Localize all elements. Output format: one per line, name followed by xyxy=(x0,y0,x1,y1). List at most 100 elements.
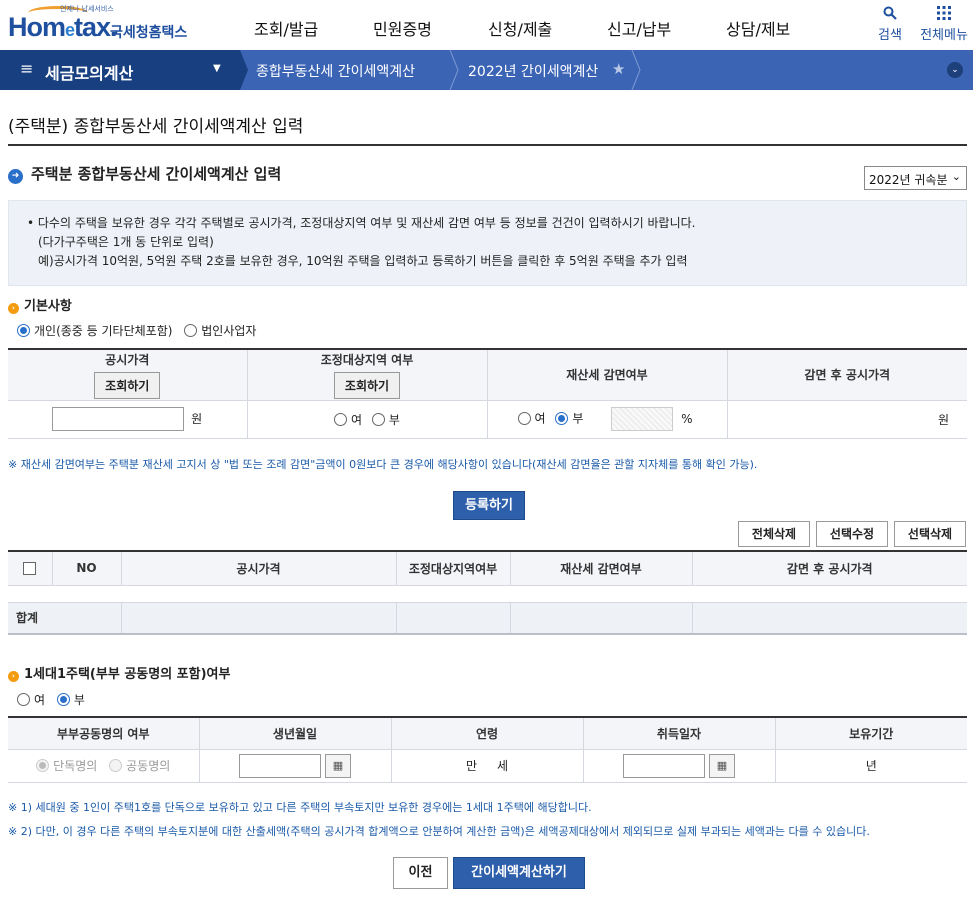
col-age: 연령 xyxy=(390,716,584,750)
price-input[interactable] xyxy=(52,407,185,431)
select-all-cell xyxy=(8,550,53,586)
gnb-report-pay[interactable]: 신고/납부 xyxy=(607,16,671,40)
acquire-date-input[interactable] xyxy=(623,753,706,778)
one-house-no-radio[interactable] xyxy=(56,693,70,706)
one-house-heading: › 1세대1주택(부부 공동명의 포함)여부 xyxy=(8,663,230,682)
select-all-checkbox[interactable] xyxy=(23,562,37,576)
joint-label: 공동명의 xyxy=(126,759,171,773)
region-yes-radio[interactable] xyxy=(334,412,348,426)
logo-korean: 국세청홈택스 xyxy=(110,25,188,41)
total-price xyxy=(120,601,397,635)
col-list-region: 조정대상지역여부 xyxy=(395,550,511,586)
prev-button[interactable]: 이전 xyxy=(393,857,448,889)
region-lookup-button[interactable]: 조회하기 xyxy=(333,371,401,399)
footnote-1: ※ 1) 세대원 중 1인이 주택1호를 단독으로 보유하고 있고 다른 주택의… xyxy=(8,801,592,814)
total-region xyxy=(395,601,511,635)
calculate-button[interactable]: 간이세액계산하기 xyxy=(453,857,585,889)
reduce-no-radio[interactable] xyxy=(555,411,569,425)
grid-menu-icon xyxy=(918,6,970,24)
single-label: 단독명의 xyxy=(53,759,98,773)
birth-cell: ▦ xyxy=(198,748,392,783)
no-label: 부 xyxy=(572,411,584,426)
region-no-radio[interactable] xyxy=(371,412,385,426)
percent-unit: % xyxy=(681,411,693,426)
all-menu-button[interactable]: 전체메뉴 xyxy=(918,6,970,43)
total-label: 합계 xyxy=(8,601,122,635)
birth-date-input[interactable] xyxy=(239,753,322,778)
info-line: • 다수의 주택을 보유한 경우 각각 주택별로 공시가격, 조정대상지역 여부… xyxy=(27,216,696,230)
nyeon-label: 년 xyxy=(865,759,877,773)
price-lookup-button[interactable]: 조회하기 xyxy=(94,371,161,399)
search-button[interactable]: 검색 xyxy=(876,6,904,43)
calendar-icon[interactable]: ▦ xyxy=(708,753,735,778)
title-divider xyxy=(8,144,967,146)
edit-selected-button[interactable]: 선택수정 xyxy=(816,521,888,547)
reduce-yes-radio[interactable] xyxy=(517,411,531,425)
expand-circle-icon[interactable]: ⌄ xyxy=(947,62,963,78)
region-cell: 여 부 xyxy=(246,399,488,439)
gnb-inquiry[interactable]: 조회/발급 xyxy=(254,16,318,40)
top-header: 언제나 납세서비스 Hometax. 국세청홈택스 조회/발급 민원증명 신청/… xyxy=(0,0,973,50)
menu-dropdown[interactable]: ≡ 세금모의계산 ▼ xyxy=(0,50,240,90)
col-list-price: 공시가격 xyxy=(120,550,397,586)
calendar-icon[interactable]: ▦ xyxy=(324,753,351,778)
all-menu-label: 전체메뉴 xyxy=(920,28,968,43)
arrow-circle-icon: ➜ xyxy=(8,169,23,184)
register-button[interactable]: 등록하기 xyxy=(453,491,525,520)
joint-cell: 단독명의 공동명의 xyxy=(8,748,200,783)
year-select[interactable]: 2022년 귀속분 ⌄ xyxy=(864,166,967,190)
section-title: ➜ 주택분 종합부동산세 간이세액계산 입력 xyxy=(8,163,281,184)
age-cell: 만세 xyxy=(390,748,584,783)
breadcrumb-item[interactable]: 종합부동산세 간이세액계산 xyxy=(256,61,415,81)
taxpayer-type-radios: 개인(종중 등 기타단체포함) 법인사업자 xyxy=(17,322,256,339)
total-reduce xyxy=(509,601,693,635)
col-region: 조정대상지역 여부 조회하기 xyxy=(246,348,488,401)
single-owner-radio[interactable] xyxy=(36,759,50,772)
info-box: • 다수의 주택을 보유한 경우 각각 주택별로 공시가격, 조정대상지역 여부… xyxy=(8,200,967,286)
holding-cell: 년 xyxy=(774,748,967,783)
caret-down-icon: ▼ xyxy=(213,63,221,74)
logo-wordmark: Hometax. xyxy=(8,12,118,42)
page-title: (주택분) 종합부동산세 간이세액계산 입력 xyxy=(8,117,304,137)
gnb-consult[interactable]: 상담/제보 xyxy=(726,16,790,40)
one-house-yes-radio[interactable] xyxy=(17,693,30,706)
chevron-down-icon: ⌄ xyxy=(951,170,961,183)
yes-label: 여 xyxy=(34,693,46,707)
no-label: 부 xyxy=(388,412,400,427)
individual-radio[interactable] xyxy=(17,324,30,337)
hometax-logo[interactable]: 언제나 납세서비스 Hometax. 국세청홈택스 xyxy=(8,4,193,46)
col-reduce: 재산세 감면여부 xyxy=(486,348,728,401)
col-holding: 보유기간 xyxy=(774,716,967,750)
reduce-rate-input[interactable] xyxy=(611,407,674,431)
bullet-icon: › xyxy=(8,671,19,682)
gnb-certificate[interactable]: 민원증명 xyxy=(373,16,432,40)
delete-selected-button[interactable]: 선택삭제 xyxy=(894,521,966,547)
one-house-table: 부부공동명의 여부 생년월일 연령 취득일자 보유기간 단독명의 공동명의 ▦ … xyxy=(8,716,967,783)
se-label: 세 xyxy=(497,759,509,773)
col-after: 감면 후 공시가격 xyxy=(726,348,967,401)
corporation-label: 법인사업자 xyxy=(201,324,257,338)
favorite-star-icon[interactable]: ★ xyxy=(612,60,625,78)
bullet-icon: › xyxy=(8,303,19,314)
footnote-2: ※ 2) 다만, 이 경우 다른 주택의 부속토지분에 대한 산출세액(주택의 … xyxy=(8,825,870,838)
search-icon xyxy=(876,6,904,24)
won-unit: 원 xyxy=(191,411,203,426)
yes-label: 여 xyxy=(534,411,546,426)
col-acquire: 취득일자 xyxy=(582,716,776,750)
reduce-cell: 여 부 % xyxy=(486,399,728,439)
breadcrumb-separator-icon xyxy=(631,50,641,90)
hamburger-icon: ≡ xyxy=(20,59,34,78)
breadcrumb-current[interactable]: 2022년 간이세액계산 xyxy=(468,61,598,81)
no-label: 부 xyxy=(73,693,85,707)
basic-heading: › 기본사항 xyxy=(8,295,72,314)
breadcrumb-bar: ≡ 세금모의계산 ▼ 종합부동산세 간이세액계산 2022년 간이세액계산 ★ … xyxy=(0,50,973,90)
joint-owner-radio[interactable] xyxy=(109,759,123,772)
gnb-apply[interactable]: 신청/제출 xyxy=(488,16,552,40)
after-cell: 원 xyxy=(726,399,967,439)
basic-input-table: 공시가격 조회하기 조정대상지역 여부 조회하기 재산세 감면여부 감면 후 공… xyxy=(8,348,967,439)
corporation-radio[interactable] xyxy=(184,324,198,337)
total-after xyxy=(691,601,967,635)
col-price: 공시가격 조회하기 xyxy=(8,348,248,401)
acquire-cell: ▦ xyxy=(582,748,776,783)
delete-all-button[interactable]: 전체삭제 xyxy=(738,521,810,547)
